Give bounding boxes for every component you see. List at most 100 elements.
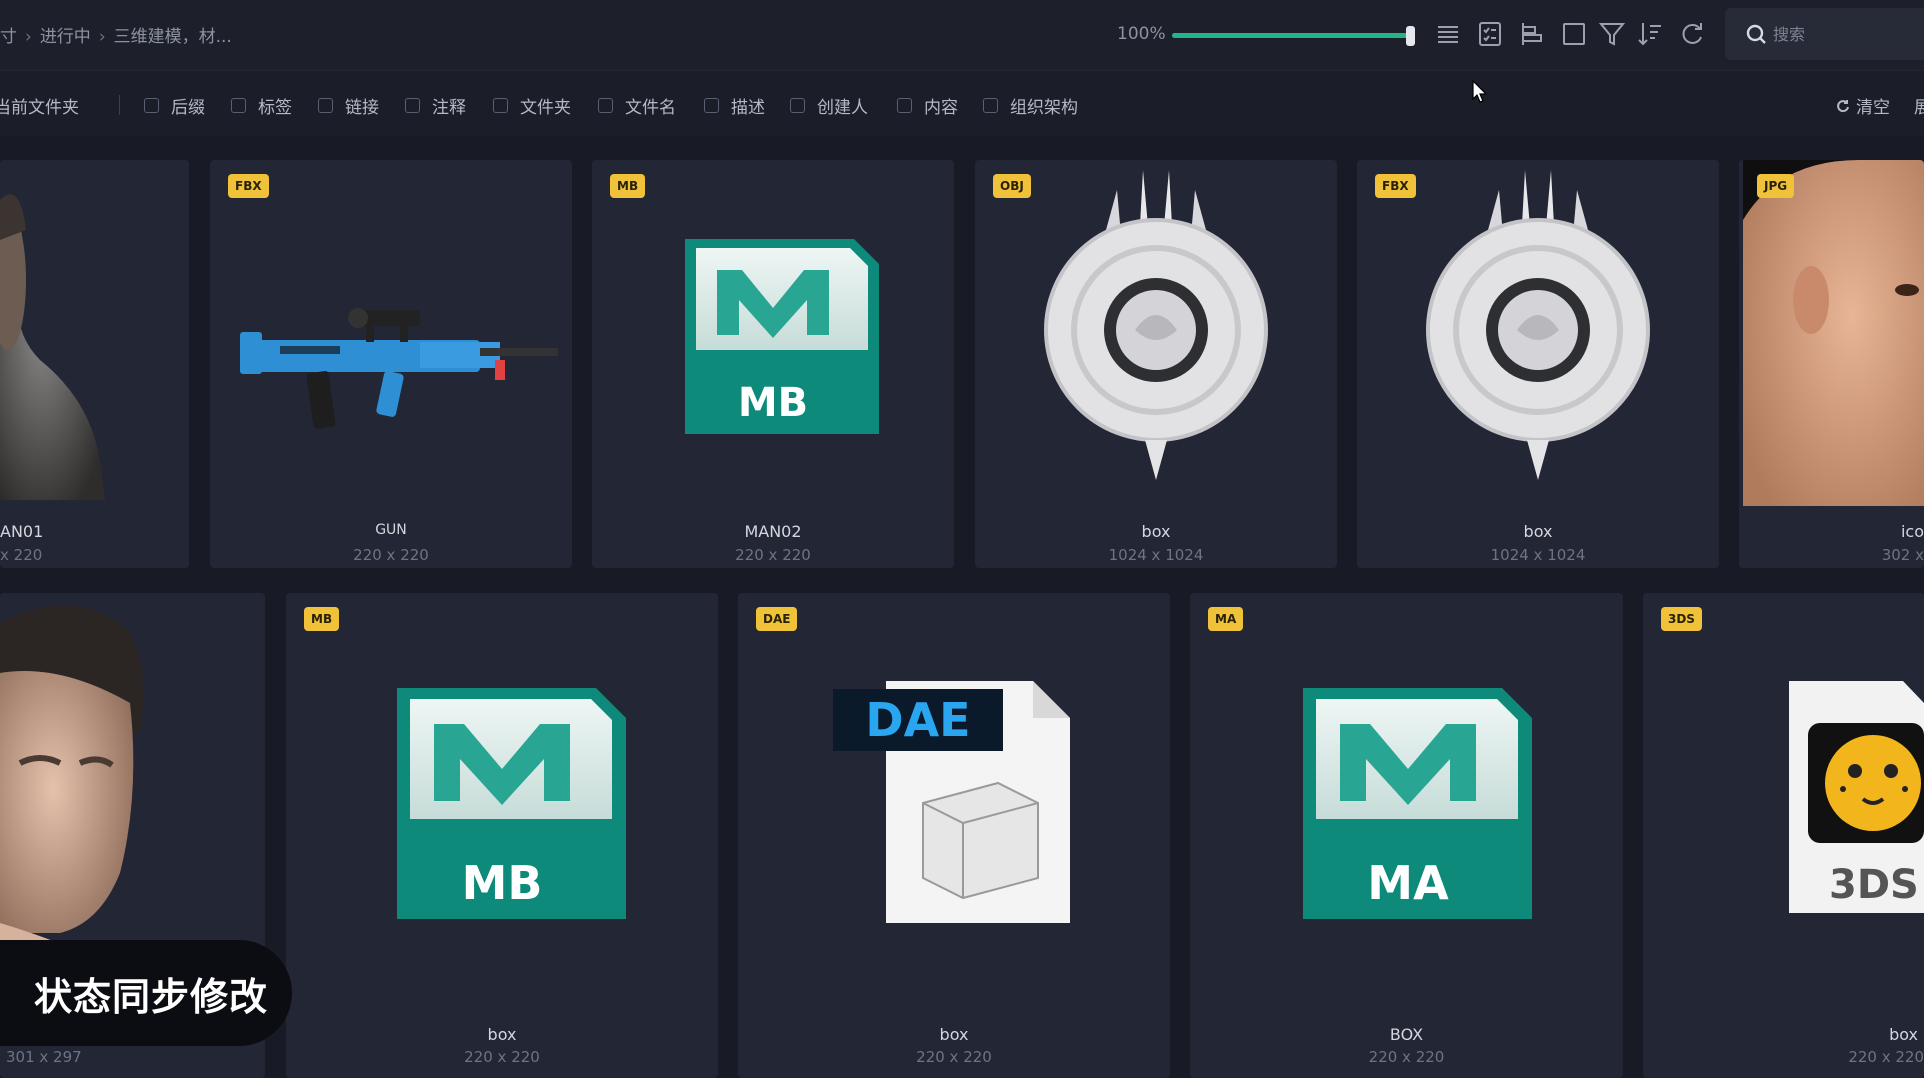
file-type-badge: MA [1208,607,1244,631]
filter-icon[interactable] [1596,18,1628,50]
file-card[interactable]: OBJ box 1024 x 1024 [975,160,1337,568]
checkbox[interactable] [318,98,333,113]
checkbox[interactable] [897,98,912,113]
filter-option-label: 内容 [924,98,958,118]
file-card[interactable]: JPG ico 302 x [1739,160,1924,568]
file-card[interactable]: MA MA BOX 220 x 220 [1190,593,1623,1078]
filter-option-org[interactable]: 组织架构 [983,93,1078,118]
filter-option-folder[interactable]: 文件夹 [493,93,571,118]
select-box-icon[interactable] [1558,18,1590,50]
file-name: box [487,1025,517,1044]
file-card[interactable]: 3DS 3DS box 220 x 220 [1643,593,1924,1078]
breadcrumb-item[interactable]: 进行中 [40,27,91,47]
model-bust-thumbnail [0,160,189,568]
filter-option-suffix[interactable]: 后缀 [144,93,205,118]
file-card[interactable]: MB MB MAN02 220 x 220 [592,160,954,568]
filter-option-label: 文件名 [625,98,676,118]
filter-current-folder[interactable]: 当前文件夹 [0,93,79,118]
filter-option-note[interactable]: 注释 [405,93,466,118]
align-left-icon[interactable] [1516,18,1548,50]
sort-icon[interactable] [1634,18,1666,50]
filter-option-description[interactable]: 描述 [704,93,765,118]
file-type-badge: 3DS [1661,607,1702,631]
zoom-label: 100% [1117,24,1166,44]
file-size: 220 x 220 [464,1048,540,1066]
file-size: 220 x 220 [353,546,429,564]
file-card[interactable]: DAE DAE box 220 x 220 [738,593,1170,1078]
search-icon [1745,23,1767,45]
checkbox[interactable] [231,98,246,113]
file-size: 302 x [1881,546,1924,564]
file-size: 301 x 297 [6,1048,82,1066]
checkbox[interactable] [144,98,159,113]
file-size: 220 x 220 [916,1048,992,1066]
file-card[interactable]: FBX box 1024 x 1024 [1357,160,1719,568]
svg-text:3DS: 3DS [1829,862,1919,908]
file-type-badge: FBX [228,174,269,198]
file-name: box [1889,1025,1918,1044]
refresh-small-icon [1837,99,1849,112]
file-type-badge: DAE [756,607,798,631]
filter-option-label: 标签 [258,98,292,118]
file-name: MAN02 [744,522,802,541]
file-card[interactable]: MB MB box 220 x 220 [286,593,718,1078]
maya-mb-file-icon: MB [286,593,718,1078]
zoom-slider[interactable] [1172,26,1420,46]
file-type-badge: OBJ [993,174,1031,198]
search-box[interactable] [1725,8,1924,60]
checkbox[interactable] [405,98,420,113]
checkbox[interactable] [598,98,613,113]
zoom-slider-thumb[interactable] [1406,26,1415,46]
checkbox[interactable] [704,98,719,113]
filter-option-label: 后缀 [171,98,205,118]
top-bar: 寸 › 进行中 › 三维建模，材... 100% [0,0,1924,70]
maya-mb-file-icon: MB [592,160,954,568]
file-type-badge: MB [610,174,646,198]
emblem-model-thumbnail [975,160,1337,568]
checklist-icon[interactable] [1474,18,1506,50]
file-card[interactable]: AN01 x 220 [0,160,189,568]
breadcrumb-item[interactable]: 三维建模，材... [114,27,232,47]
filter-option-creator[interactable]: 创建人 [790,93,868,118]
file-type-badge: FBX [1375,174,1416,198]
refresh-icon[interactable] [1676,18,1708,50]
file-size: 1024 x 1024 [1108,546,1204,564]
face-photo-thumbnail [1739,160,1924,568]
filter-option-label: 注释 [432,98,466,118]
file-card[interactable]: FBX GUN 220 x 220 [210,160,572,568]
checkbox[interactable] [493,98,508,113]
filter-option-label: 创建人 [817,98,868,118]
file-size: 1024 x 1024 [1490,546,1586,564]
clear-button-label: 清空 [1856,98,1890,118]
maya-ma-file-icon: MA [1190,593,1623,1078]
clear-button[interactable]: 清空 [1836,93,1890,118]
filter-option-link[interactable]: 链接 [318,93,379,118]
filter-bar: 当前文件夹 后缀 标签 链接 注释 文件夹 文件名 描述 创建人 内容 组织架构… [0,70,1924,136]
search-input[interactable] [1773,20,1923,48]
breadcrumb-item[interactable]: 寸 [0,27,17,47]
file-name: ico [1900,522,1924,541]
file-name: box [1141,522,1171,541]
divider [119,95,120,115]
file-name: BOX [1389,1025,1424,1044]
breadcrumb-separator-icon: › [25,27,32,47]
filter-option-filename[interactable]: 文件名 [598,93,676,118]
file-size: x 220 [0,546,43,564]
zoom-slider-fill [1172,33,1412,38]
caption-overlay: 状态同步修改 [0,940,292,1046]
checkbox[interactable] [790,98,805,113]
3ds-file-icon: 3DS [1643,593,1924,1078]
expand-button[interactable]: 展 [1914,93,1924,118]
filter-option-content[interactable]: 内容 [897,93,958,118]
filter-option-tag[interactable]: 标签 [231,93,292,118]
file-size: 220 x 220 [1848,1048,1924,1066]
file-name: GUN [375,522,407,538]
filter-option-label: 描述 [731,98,765,118]
checkbox[interactable] [983,98,998,113]
svg-text:DAE: DAE [865,693,970,747]
breadcrumb-separator-icon: › [98,27,106,47]
list-view-icon[interactable] [1432,18,1464,50]
file-size: 220 x 220 [735,546,811,564]
filter-option-label: 组织架构 [1010,98,1078,118]
svg-text:MB: MB [462,856,543,910]
